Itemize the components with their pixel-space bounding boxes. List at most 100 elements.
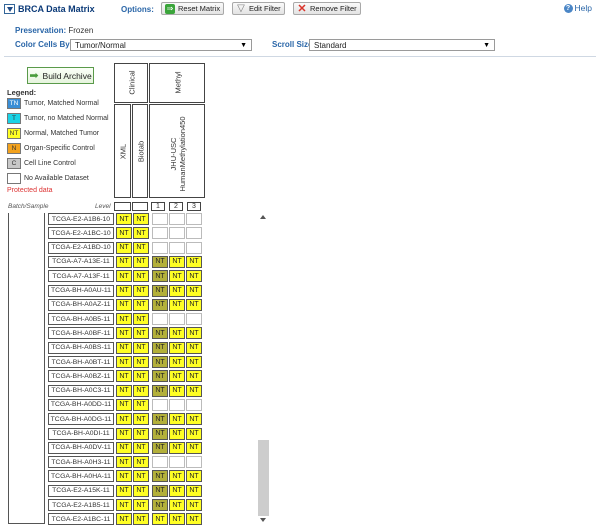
data-cell[interactable]: NT <box>133 227 149 240</box>
remove-filter-button[interactable]: ✕ Remove Filter <box>293 2 361 15</box>
data-cell[interactable]: NT <box>116 441 132 454</box>
data-cell[interactable]: NT <box>169 341 185 354</box>
data-cell[interactable]: NT <box>116 227 132 240</box>
sample-id[interactable]: TCGA-E2-A15K-11 <box>48 484 114 497</box>
edit-filter-button[interactable]: ▽ Edit Filter <box>232 2 285 15</box>
build-archive-button[interactable]: ➡ Build Archive <box>27 67 94 84</box>
data-cell[interactable]: NT <box>152 270 168 283</box>
data-cell[interactable]: NT <box>116 341 132 354</box>
scroll-down-icon[interactable] <box>260 518 266 522</box>
data-cell[interactable]: NT <box>169 427 185 440</box>
data-cell[interactable]: NT <box>152 327 168 340</box>
data-cell[interactable]: NT <box>186 284 202 297</box>
sample-id[interactable]: TCGA-BH-A0DI-11 <box>48 427 114 440</box>
sample-id[interactable]: TCGA-A7-A13F-11 <box>48 270 114 283</box>
data-cell[interactable]: NT <box>152 298 168 311</box>
data-cell[interactable]: NT <box>169 356 185 368</box>
data-cell[interactable]: NT <box>116 499 132 511</box>
sample-id[interactable]: TCGA-E2-A1BC-11 <box>48 513 114 526</box>
sample-id[interactable]: TCGA-E2-A1B5-11 <box>48 499 114 511</box>
data-cell[interactable]: NT <box>169 441 185 454</box>
data-cell[interactable]: NT <box>186 270 202 283</box>
sample-id[interactable]: TCGA-BH-A0C3-11 <box>48 384 114 397</box>
sample-id[interactable]: TCGA-BH-A0DG-11 <box>48 413 114 426</box>
scrollbar-thumb[interactable] <box>258 440 269 516</box>
data-cell[interactable]: NT <box>152 470 168 483</box>
data-cell[interactable]: NT <box>186 356 202 368</box>
data-cell[interactable]: NT <box>152 284 168 297</box>
data-cell[interactable]: NT <box>116 470 132 483</box>
data-cell[interactable]: NT <box>133 313 149 326</box>
data-cell[interactable]: NT <box>116 284 132 297</box>
data-cell[interactable]: NT <box>116 413 132 426</box>
sample-id[interactable]: TCGA-A7-A13E-11 <box>48 255 114 268</box>
sample-id[interactable]: TCGA-E2-A1BC-10 <box>48 227 114 240</box>
data-cell[interactable]: NT <box>169 284 185 297</box>
data-cell[interactable]: NT <box>133 384 149 397</box>
data-cell[interactable]: NT <box>169 327 185 340</box>
data-cell[interactable]: NT <box>116 356 132 368</box>
data-cell[interactable]: NT <box>133 470 149 483</box>
data-cell[interactable]: NT <box>152 513 168 526</box>
data-cell[interactable]: NT <box>116 427 132 440</box>
data-cell[interactable]: NT <box>133 499 149 511</box>
data-cell[interactable]: NT <box>133 298 149 311</box>
data-cell[interactable]: NT <box>186 384 202 397</box>
data-cell[interactable]: NT <box>133 356 149 368</box>
data-cell[interactable]: NT <box>152 499 168 511</box>
data-cell[interactable]: NT <box>116 484 132 497</box>
data-cell[interactable]: NT <box>133 413 149 426</box>
data-cell[interactable]: NT <box>152 384 168 397</box>
sample-id[interactable]: TCGA-BH-A0BZ-11 <box>48 370 114 383</box>
reset-matrix-button[interactable]: ⇒ Reset Matrix <box>161 2 225 15</box>
data-cell[interactable]: NT <box>152 413 168 426</box>
data-cell[interactable]: NT <box>116 456 132 469</box>
data-cell[interactable]: NT <box>133 456 149 469</box>
data-cell[interactable]: NT <box>186 341 202 354</box>
scroll-up-icon[interactable] <box>260 215 266 219</box>
data-cell[interactable]: NT <box>116 241 132 254</box>
data-cell[interactable]: NT <box>169 513 185 526</box>
data-cell[interactable]: NT <box>152 441 168 454</box>
data-cell[interactable]: NT <box>186 298 202 311</box>
data-cell[interactable]: NT <box>186 513 202 526</box>
vertical-scrollbar[interactable] <box>258 213 269 524</box>
data-cell[interactable]: NT <box>133 341 149 354</box>
data-cell[interactable]: NT <box>133 284 149 297</box>
data-cell[interactable]: NT <box>152 255 168 268</box>
data-cell[interactable]: NT <box>133 270 149 283</box>
data-cell[interactable]: NT <box>186 255 202 268</box>
data-cell[interactable]: NT <box>116 384 132 397</box>
help-link[interactable]: ? Help <box>563 3 592 13</box>
data-cell[interactable]: NT <box>116 398 132 411</box>
sample-id[interactable]: TCGA-BH-A0B5-11 <box>48 313 114 326</box>
data-cell[interactable]: NT <box>186 484 202 497</box>
data-cell[interactable]: NT <box>169 370 185 383</box>
data-cell[interactable]: NT <box>186 413 202 426</box>
sample-id[interactable]: TCGA-BH-A0DD-11 <box>48 398 114 411</box>
data-cell[interactable]: NT <box>133 255 149 268</box>
sample-id[interactable]: TCGA-BH-A0AU-11 <box>48 284 114 297</box>
data-cell[interactable]: NT <box>169 298 185 311</box>
sample-id[interactable]: TCGA-BH-A0BS-11 <box>48 341 114 354</box>
data-cell[interactable]: NT <box>133 370 149 383</box>
data-cell[interactable]: NT <box>169 499 185 511</box>
data-cell[interactable]: NT <box>152 484 168 497</box>
data-cell[interactable]: NT <box>116 370 132 383</box>
data-cell[interactable]: NT <box>116 213 132 225</box>
collapse-toggle-button[interactable] <box>4 4 15 14</box>
data-cell[interactable]: NT <box>186 499 202 511</box>
data-cell[interactable]: NT <box>152 356 168 368</box>
data-cell[interactable]: NT <box>133 484 149 497</box>
data-cell[interactable]: NT <box>169 270 185 283</box>
data-cell[interactable]: NT <box>152 341 168 354</box>
data-cell[interactable]: NT <box>133 513 149 526</box>
data-cell[interactable]: NT <box>186 427 202 440</box>
data-cell[interactable]: NT <box>169 255 185 268</box>
data-cell[interactable]: NT <box>133 427 149 440</box>
color-cells-by-select[interactable]: Tumor/Normal ▼ <box>70 39 252 51</box>
data-cell[interactable]: NT <box>116 255 132 268</box>
sample-id[interactable]: TCGA-E2-A1BD-10 <box>48 241 114 254</box>
data-cell[interactable]: NT <box>152 370 168 383</box>
sample-id[interactable]: TCGA-BH-A0BF-11 <box>48 327 114 340</box>
